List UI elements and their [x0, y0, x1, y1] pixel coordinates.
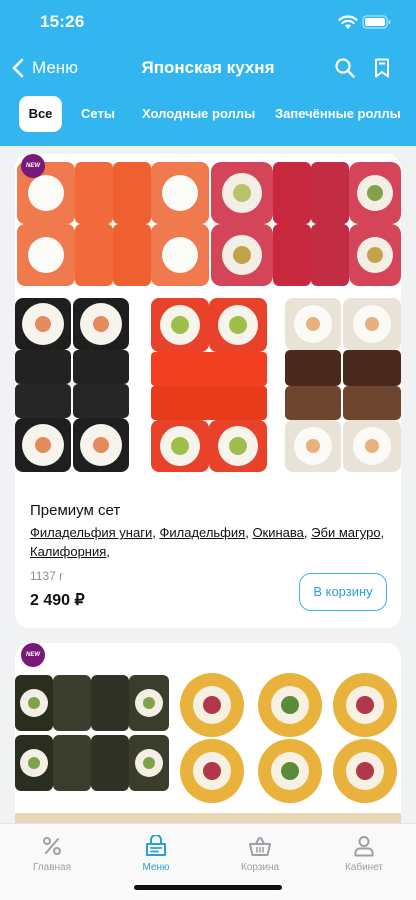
ingredient-link[interactable]: Эби магуро	[311, 525, 380, 540]
product-title: Премиум сет	[30, 502, 121, 519]
user-icon	[354, 836, 374, 857]
bookmark-icon[interactable]	[371, 57, 393, 79]
product-image[interactable]	[15, 643, 401, 843]
tabbar-label: Корзина	[240, 862, 280, 873]
tab-cold-rolls[interactable]: Холодные роллы	[142, 96, 255, 132]
tabbar-label: Кабинет	[344, 862, 384, 873]
new-badge: NEW	[21, 643, 45, 667]
tabbar-item-home[interactable]: Главная	[12, 835, 92, 873]
tabbar-item-menu[interactable]: Меню	[116, 835, 196, 873]
tabbar-label: Главная	[32, 862, 72, 873]
ingredient-link[interactable]: Калифорния	[30, 544, 106, 559]
ingredient-list: Филадельфия унаги, Филадельфия, Окинава,…	[30, 525, 385, 559]
product-card[interactable]: NEW	[15, 643, 401, 843]
ingredient-link[interactable]: Филадельфия унаги	[30, 525, 152, 540]
tab-baked-rolls[interactable]: Запечённые роллы	[275, 96, 401, 132]
navigation-bar: Меню Японская кухня	[0, 48, 416, 88]
add-to-cart-button[interactable]: В корзину	[299, 573, 387, 611]
new-badge: NEW	[21, 154, 45, 178]
status-time: 15:26	[40, 12, 85, 31]
tabbar-label: Меню	[142, 862, 170, 873]
tab-all[interactable]: Все	[19, 96, 62, 132]
percent-icon	[43, 837, 61, 855]
tabbar-item-cabinet[interactable]: Кабинет	[324, 835, 404, 873]
tab-sets[interactable]: Сеты	[81, 96, 115, 132]
app-header: 15:26 Меню Японская кухня Все Сеты Холод…	[0, 0, 416, 146]
product-card[interactable]: NEW Премиум сет Филадельфия унаги, Филад…	[15, 154, 401, 628]
product-price: 2 490 ₽	[30, 592, 85, 609]
product-weight: 1137 г	[30, 569, 64, 583]
search-icon[interactable]	[334, 57, 356, 79]
battery-icon	[362, 15, 391, 29]
home-indicator	[134, 885, 282, 890]
ingredient-link[interactable]: Окинава	[252, 525, 303, 540]
basket-icon	[249, 837, 271, 856]
menu-bag-icon	[146, 835, 166, 856]
ingredient-link[interactable]: Филадельфия	[159, 525, 245, 540]
wifi-icon	[338, 15, 358, 29]
tabbar-item-cart[interactable]: Корзина	[220, 835, 300, 873]
status-bar: 15:26	[0, 0, 416, 46]
product-image[interactable]	[15, 154, 401, 474]
category-tabs: Все Сеты Холодные роллы Запечённые роллы	[0, 96, 416, 134]
